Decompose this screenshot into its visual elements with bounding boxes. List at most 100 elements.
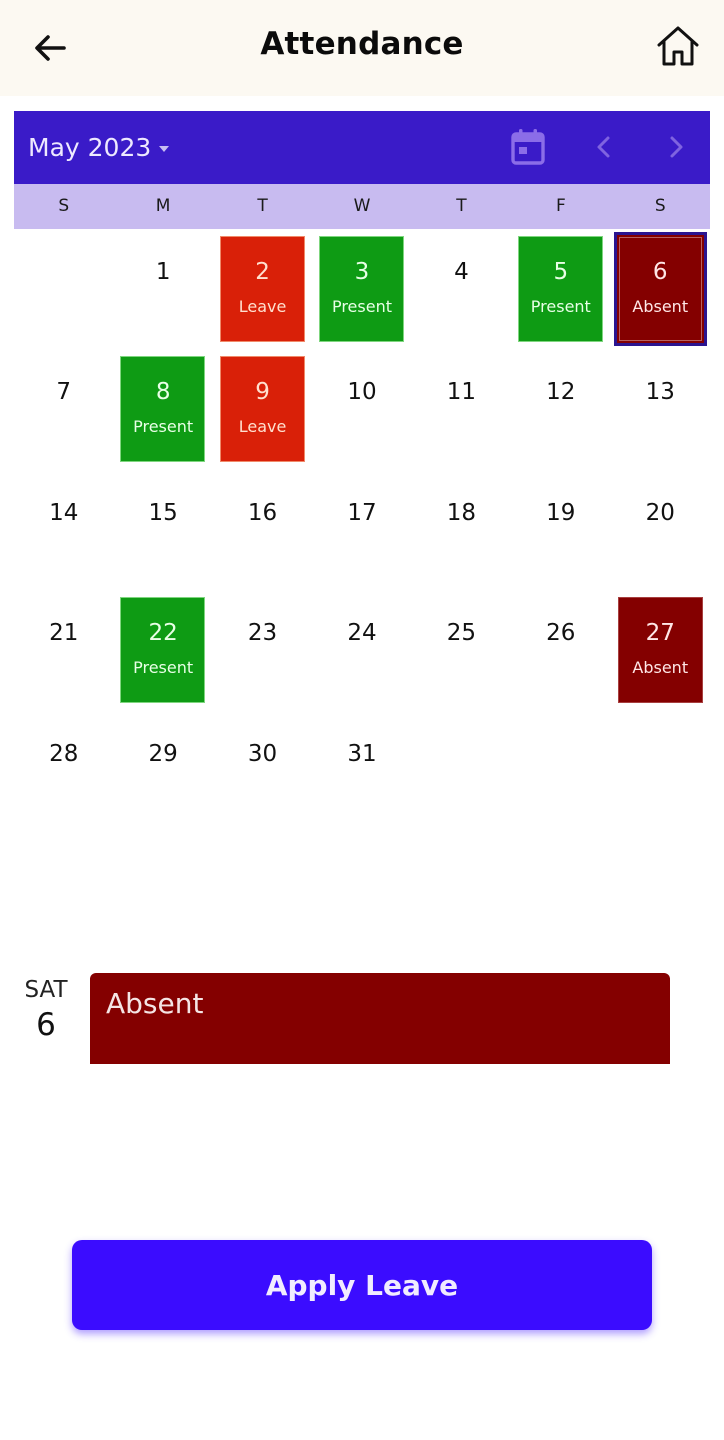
calendar-days-grid: 1 2 Leave 3 Present 4 5 Present 6 Absent 7 8 Present…	[14, 232, 710, 835]
home-icon[interactable]	[654, 22, 702, 70]
calendar-day-13[interactable]: 13	[611, 353, 710, 473]
day-number: 16	[247, 499, 278, 526]
calendar-day-12[interactable]: 12	[511, 353, 610, 473]
calendar-day-1[interactable]: 1	[113, 233, 212, 353]
weekday-row: S M T W T F S	[14, 184, 710, 229]
calendar-day-25[interactable]: 25	[412, 594, 511, 714]
day-status-label: Absent	[632, 297, 689, 316]
day-number: 5	[553, 259, 569, 285]
day-number: 9	[255, 379, 270, 406]
calendar-day-28[interactable]: 28	[14, 715, 113, 835]
day-number: 24	[347, 620, 377, 647]
day-number: 12	[546, 379, 576, 406]
calendar-day-21[interactable]: 21	[14, 594, 113, 714]
day-status-label: Absent	[632, 658, 689, 678]
day-number: 31	[347, 740, 377, 767]
calendar-day-6[interactable]: 6 Absent	[611, 232, 710, 353]
calendar-day-23[interactable]: 23	[213, 594, 312, 714]
calendar-day-29[interactable]: 29	[113, 715, 212, 835]
weekday-label: T	[257, 196, 268, 216]
day-number: 25	[446, 620, 477, 647]
day-number: 6	[652, 259, 668, 285]
weekday-label: W	[353, 196, 371, 216]
day-number: 2	[255, 259, 270, 285]
calendar-icon[interactable]	[510, 128, 546, 166]
day-status-label: Present	[133, 658, 194, 678]
weekday-label: T	[456, 196, 467, 216]
page-title: Attendance	[260, 26, 464, 62]
day-status-fill	[120, 356, 206, 463]
weekday-label: F	[555, 196, 566, 216]
day-status-fill	[319, 236, 405, 342]
chevron-left-icon[interactable]	[588, 131, 620, 163]
calendar-day-9[interactable]: 9 Leave	[213, 353, 312, 473]
day-number: 15	[148, 499, 178, 526]
day-status-fill	[219, 236, 305, 342]
calendar-day-20[interactable]: 20	[611, 474, 710, 594]
day-status-label: Leave	[238, 417, 287, 437]
calendar-day-2[interactable]: 2 Leave	[213, 233, 312, 353]
day-number: 21	[49, 620, 79, 647]
weekday-label: M	[155, 196, 171, 216]
day-number: 7	[56, 379, 72, 406]
calendar-day-26[interactable]: 26	[511, 594, 610, 714]
day-status-fill	[518, 236, 604, 342]
calendar-day-27[interactable]: 27 Absent	[611, 594, 710, 714]
day-number: 3	[354, 259, 370, 285]
weekday-label: S	[58, 196, 70, 216]
calendar-day-14[interactable]: 14	[14, 474, 113, 594]
day-number: 17	[347, 499, 377, 526]
day-number: 22	[148, 620, 178, 647]
calendar-day-31[interactable]: 31	[312, 715, 411, 835]
app-bar: Attendance	[0, 0, 724, 96]
day-status-fill	[613, 232, 707, 346]
weekday-label: S	[654, 196, 666, 216]
caret-down-icon	[159, 146, 170, 152]
day-status-fill	[120, 597, 206, 704]
calendar-day-17[interactable]: 17	[312, 474, 411, 594]
calendar-day-7[interactable]: 7	[14, 353, 113, 473]
calendar-day-8[interactable]: 8 Present	[113, 353, 212, 473]
day-number: 10	[347, 379, 377, 406]
calendar-day-4[interactable]: 4	[412, 233, 511, 353]
day-number: 18	[446, 499, 477, 526]
day-number: 4	[454, 259, 469, 285]
day-number: 13	[645, 379, 675, 406]
day-number: 27	[645, 620, 675, 647]
day-number: 8	[155, 379, 171, 406]
calendar-day-22[interactable]: 22 Present	[113, 594, 212, 714]
calendar-day-empty	[14, 233, 113, 353]
day-number: 1	[155, 259, 171, 285]
calendar-day-18[interactable]: 18	[412, 474, 511, 594]
day-status-label: Present	[331, 297, 392, 316]
day-number: 26	[546, 620, 576, 647]
calendar-day-5[interactable]: 5 Present	[511, 233, 610, 353]
day-number: 29	[148, 740, 178, 767]
calendar-day-16[interactable]: 16	[213, 474, 312, 594]
chevron-right-icon[interactable]	[660, 131, 692, 163]
selected-weekday: SAT	[24, 977, 68, 1003]
calendar-day-15[interactable]: 15	[113, 474, 212, 594]
day-number: 11	[446, 379, 477, 406]
calendar-day-11[interactable]: 11	[412, 353, 511, 473]
day-number: 14	[49, 499, 79, 526]
event-status-label: Absent	[106, 987, 204, 1020]
day-status-fill	[617, 597, 703, 704]
apply-leave-button[interactable]: Apply Leave	[72, 1240, 652, 1330]
day-number: 23	[247, 620, 278, 647]
day-status-fill	[219, 356, 305, 463]
day-status-label: Present	[133, 417, 194, 437]
day-number: 28	[49, 740, 79, 767]
month-selector[interactable]: May 2023	[28, 129, 170, 165]
calendar-day-19[interactable]: 19	[511, 474, 610, 594]
calendar-day-30[interactable]: 30	[213, 715, 312, 835]
calendar-day-10[interactable]: 10	[312, 353, 411, 473]
calendar-header: May 2023	[14, 111, 710, 184]
event-card[interactable]: Absent	[90, 973, 670, 1064]
day-number: 19	[546, 499, 576, 526]
month-label: May 2023	[28, 132, 152, 162]
calendar-day-3[interactable]: 3 Present	[312, 233, 411, 353]
selected-day-indicator: SAT 6	[18, 975, 74, 1045]
calendar-day-24[interactable]: 24	[312, 594, 411, 714]
day-status-label: Leave	[238, 297, 287, 316]
